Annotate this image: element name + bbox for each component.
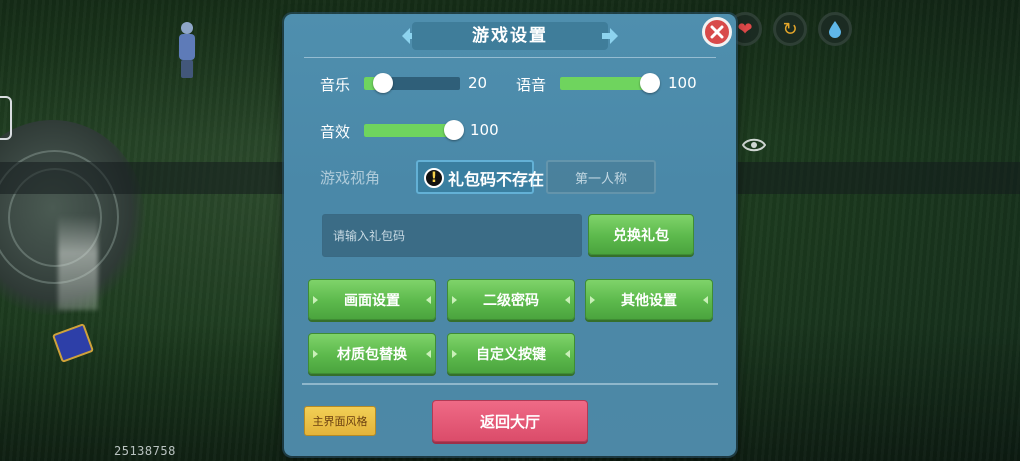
texture-pack-button[interactable]: 材质包替换 <box>308 333 436 374</box>
other-settings-button[interactable]: 其他设置 <box>585 279 713 320</box>
voice-label: 语音 <box>516 76 547 94</box>
eye-icon[interactable] <box>742 137 766 153</box>
music-slider[interactable] <box>364 73 460 93</box>
close-button[interactable] <box>702 17 732 47</box>
close-icon <box>710 25 724 39</box>
toast-text: 礼包码不存在 <box>448 170 545 189</box>
error-toast: ! 礼包码不存在 <box>424 165 544 191</box>
dialog-title: 游戏设置 <box>412 22 608 50</box>
voice-value: 100 <box>668 74 697 92</box>
left-edge-marker[interactable] <box>0 96 12 140</box>
music-slider-knob[interactable] <box>373 73 394 93</box>
music-value: 20 <box>468 74 488 92</box>
player-character <box>176 22 198 78</box>
gift-code-input[interactable] <box>322 214 582 257</box>
return-lobby-button[interactable]: 返回大厅 <box>432 400 588 442</box>
custom-keys-button[interactable]: 自定义按键 <box>447 333 575 374</box>
drop-icon[interactable] <box>818 12 852 46</box>
voice-slider-knob[interactable] <box>640 73 660 93</box>
warning-icon: ! <box>424 168 444 188</box>
fountain-spray <box>58 215 98 310</box>
graphics-settings-label: 画面设置 <box>344 292 400 309</box>
view-label: 游戏视角 <box>320 169 381 187</box>
graphics-settings-button[interactable]: 画面设置 <box>308 279 436 320</box>
custom-keys-label: 自定义按键 <box>476 346 546 363</box>
music-label: 音乐 <box>320 76 351 94</box>
redeem-gift-button[interactable]: 兑换礼包 <box>588 214 694 255</box>
sfx-slider-knob[interactable] <box>444 120 464 140</box>
sfx-slider[interactable] <box>364 120 464 140</box>
main-style-button[interactable]: 主界面风格 <box>304 406 376 436</box>
title-divider <box>304 57 716 58</box>
redeem-gift-label: 兑换礼包 <box>613 227 669 244</box>
title-ornament-right-icon <box>602 28 618 44</box>
view-option-first-person[interactable]: 第一人称 <box>546 160 656 194</box>
other-settings-label: 其他设置 <box>621 292 677 309</box>
player-id-text: 25138758 <box>114 444 176 458</box>
texture-pack-label: 材质包替换 <box>337 346 407 363</box>
bottom-divider <box>302 383 718 385</box>
settings-dialog: 游戏设置 音乐 20 语音 100 音效 100 游戏视角 第一人称 兑换礼包 … <box>284 14 736 456</box>
secondary-password-label: 二级密码 <box>483 292 539 309</box>
voice-slider[interactable] <box>560 73 660 93</box>
secondary-password-button[interactable]: 二级密码 <box>447 279 575 320</box>
sfx-value: 100 <box>470 121 499 139</box>
sfx-label: 音效 <box>320 123 351 141</box>
swap-icon[interactable]: ↻ <box>773 12 807 46</box>
